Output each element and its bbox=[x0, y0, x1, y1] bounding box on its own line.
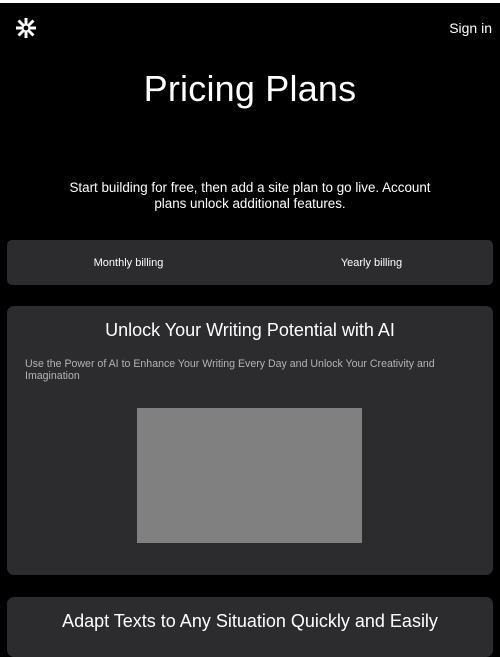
feature-card-title: Adapt Texts to Any Situation Quickly and… bbox=[62, 611, 438, 631]
asterisk-logo-icon[interactable] bbox=[15, 17, 37, 39]
top-border bbox=[0, 0, 500, 3]
feature-card: Adapt Texts to Any Situation Quickly and… bbox=[7, 597, 493, 657]
monthly-billing-button[interactable]: Monthly billing bbox=[7, 240, 250, 285]
feature-card-title: Unlock Your Writing Potential with AI bbox=[105, 320, 395, 340]
billing-toggle: Monthly billing Yearly billing bbox=[7, 240, 493, 285]
hero-subtitle: Start building for free, then add a site… bbox=[69, 180, 431, 211]
feature-image-placeholder bbox=[137, 408, 362, 543]
sign-in-link[interactable]: Sign in bbox=[449, 20, 492, 36]
feature-card-description: Use the Power of AI to Enhance Your Writ… bbox=[25, 358, 435, 382]
yearly-billing-button[interactable]: Yearly billing bbox=[250, 240, 493, 285]
feature-card: Unlock Your Writing Potential with AI Us… bbox=[7, 306, 493, 575]
page-title: Pricing Plans bbox=[143, 68, 357, 109]
